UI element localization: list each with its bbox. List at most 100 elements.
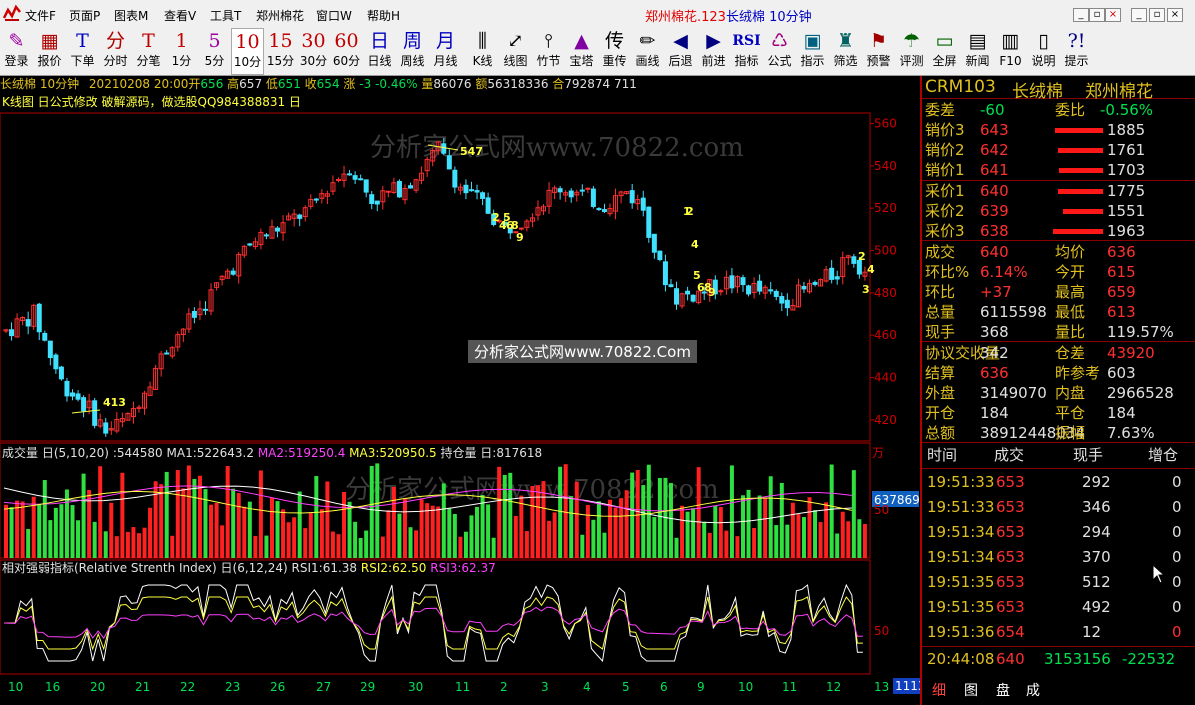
- toolbar-button-24[interactable]: ▣ 指示: [796, 28, 829, 75]
- menu-tools[interactable]: 工具T: [210, 7, 241, 24]
- info-name: 长绒棉 10分钟: [0, 77, 80, 91]
- toolbar-icon-14: ⫼: [478, 30, 487, 52]
- volume-bar: [829, 464, 834, 558]
- stat-value: 640: [980, 243, 1009, 261]
- volume-bar: [269, 497, 274, 558]
- volume-bar: [164, 471, 169, 558]
- stat-row-9: 总额 38912448034 振幅 7.63%: [925, 423, 1195, 443]
- toolbar-button-13[interactable]: 月月线: [429, 28, 462, 75]
- volume-bar: [641, 485, 646, 558]
- trades-header: 时间 成交 现手 增仓: [922, 442, 1195, 469]
- menu-window[interactable]: 窗口W: [316, 7, 352, 24]
- menu-file[interactable]: 文件F: [25, 7, 56, 24]
- candle-body: [768, 289, 774, 292]
- trade-last-cell: -22532: [1122, 650, 1176, 668]
- stat-row-2: 环比 +37 最高 659: [925, 282, 1195, 302]
- toolbar-button-9[interactable]: 30 30分: [297, 28, 330, 75]
- toolbar-button-28[interactable]: ▭ 全屏: [928, 28, 961, 75]
- mdi-minimize-icon[interactable]: _: [1073, 8, 1089, 22]
- toolbar-button-14[interactable]: ⫼ K线: [466, 28, 499, 75]
- toolbar-button-6[interactable]: 5 5分: [198, 28, 231, 75]
- toolbar-icon-20: ◀: [673, 30, 688, 52]
- trade-row: 19:51:33 653 346 0: [922, 495, 1195, 520]
- toolbar-button-26[interactable]: ⚑ 预警: [862, 28, 895, 75]
- mdi-restore-icon[interactable]: ▫: [1089, 8, 1105, 22]
- toolbar-button-5[interactable]: 1 1分: [165, 28, 198, 75]
- tab-book[interactable]: 盘: [996, 680, 1010, 700]
- toolbar-icon-23: ♺: [770, 30, 789, 52]
- date-axis-label: 2: [500, 680, 508, 694]
- menu-view[interactable]: 查看V: [164, 7, 196, 24]
- toolbar-button-7[interactable]: 10 10分: [231, 28, 264, 75]
- toolbar-button-16[interactable]: ⫯ 竹节: [532, 28, 565, 75]
- window-close-icon[interactable]: ×: [1167, 8, 1183, 22]
- toolbar-button-19[interactable]: ✏ 画线: [631, 28, 664, 75]
- toolbar-button-8[interactable]: 15 15分: [264, 28, 297, 75]
- volume-bar: [646, 464, 651, 558]
- toolbar-button-27[interactable]: ☂ 评测: [895, 28, 928, 75]
- volume-bar: [685, 511, 690, 558]
- kline-chart[interactable]: 560540520500480460440420分析家公式网www.70822.…: [0, 93, 920, 700]
- volume-bar: [408, 527, 413, 558]
- pattern-annotation: 547: [460, 145, 483, 158]
- trade-cell: 19:51:36: [927, 623, 995, 641]
- high-label: 高: [227, 77, 240, 91]
- menu-zhengzhou-cotton[interactable]: 郑州棉花: [256, 7, 304, 24]
- toolbar-label-23: 公式: [767, 54, 792, 68]
- window-restore-icon[interactable]: ▫: [1149, 8, 1165, 22]
- toolbar-button-25[interactable]: ♜ 筛选: [829, 28, 862, 75]
- toolbar-button-22[interactable]: RSI 指标: [730, 28, 763, 75]
- toolbar-button-3[interactable]: 分分时: [99, 28, 132, 75]
- toolbar-button-2[interactable]: T 下单: [66, 28, 99, 75]
- volume-bar: [325, 481, 330, 558]
- candle-body: [740, 277, 746, 286]
- toolbar-button-10[interactable]: 60 60分: [330, 28, 363, 75]
- quote-title: CRM103 长绒棉 郑州棉花: [922, 76, 1195, 102]
- toolbar-icon-19: ✏: [639, 30, 656, 52]
- volume-bar: [114, 536, 119, 558]
- toolbar-button-4[interactable]: T 分笔: [132, 28, 165, 75]
- toolbar-button-20[interactable]: ◀ 后退: [664, 28, 697, 75]
- toolbar-button-15[interactable]: ⤢ 线图: [499, 28, 532, 75]
- toolbar-icon-5: 1: [175, 30, 188, 52]
- price-axis-label: 540: [874, 159, 897, 173]
- window-minimize-icon[interactable]: _: [1131, 8, 1147, 22]
- tab-trades[interactable]: 成: [1026, 680, 1040, 700]
- toolbar-button-32[interactable]: ?! 提示: [1060, 28, 1093, 75]
- mdi-close-icon[interactable]: ×: [1105, 8, 1121, 22]
- toolbar-button-17[interactable]: ▲ 宝塔: [565, 28, 598, 75]
- candle-body: [784, 299, 790, 309]
- tab-chart[interactable]: 图: [964, 680, 978, 700]
- trade-cell: 653: [996, 523, 1025, 541]
- toolbar-button-23[interactable]: ♺ 公式: [763, 28, 796, 75]
- candle-body: [474, 190, 480, 193]
- candle-body: [674, 288, 680, 305]
- rsi-header: 相对强弱指标(Relative Strenth Index) 日(6,12,24…: [2, 560, 496, 576]
- volume-bar: [735, 536, 740, 558]
- stats-separator: [922, 341, 1195, 342]
- menu-help[interactable]: 帮助H: [367, 7, 400, 24]
- toolbar-button-21[interactable]: ▶ 前进: [697, 28, 730, 75]
- toolbar-button-11[interactable]: 日日线: [363, 28, 396, 75]
- toolbar-button-31[interactable]: ▯ 说明: [1027, 28, 1060, 75]
- trade-cell: 19:51:35: [927, 573, 995, 591]
- trade-cell: 0: [1172, 598, 1182, 616]
- toolbar-button-18[interactable]: 传重传: [598, 28, 631, 75]
- toolbar-button-1[interactable]: ▦ 报价: [33, 28, 66, 75]
- stat-value: 6115598: [980, 303, 1047, 321]
- candle-body: [297, 214, 303, 219]
- toolbar-button-12[interactable]: 周周线: [396, 28, 429, 75]
- volume-bar: [186, 465, 191, 558]
- tab-detail[interactable]: 细: [932, 680, 946, 700]
- toolbar-button-30[interactable]: ▥ F10: [994, 28, 1027, 75]
- volume-bar: [330, 531, 335, 558]
- candle-body: [374, 200, 380, 205]
- toolbar-button-29[interactable]: ▤ 新闻: [961, 28, 994, 75]
- info-amt: 56318336: [487, 77, 549, 91]
- volume-bar: [458, 536, 463, 558]
- menu-chart[interactable]: 图表M: [114, 7, 148, 24]
- volume-bar: [824, 502, 829, 558]
- toolbar-button-0[interactable]: ✎ 登录: [0, 28, 33, 75]
- candle-body: [230, 270, 236, 275]
- menu-page[interactable]: 页面P: [69, 7, 100, 24]
